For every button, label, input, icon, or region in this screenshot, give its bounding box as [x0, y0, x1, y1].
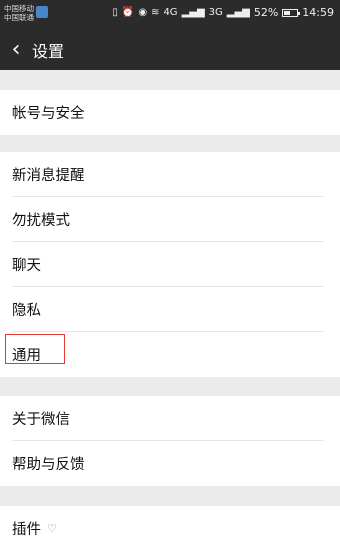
settings-item-label: 聊天: [12, 258, 41, 274]
signal-1-label: 4G: [163, 7, 178, 18]
settings-item-general[interactable]: 通用: [0, 332, 340, 377]
signal-icon: ▂▄▆: [226, 7, 250, 18]
wifi-icon: ≋: [151, 7, 160, 18]
section-spacer: [0, 486, 340, 506]
section-spacer: [0, 135, 340, 152]
settings-item-label: 帐号与安全: [12, 106, 85, 122]
vibrate-icon: ▯: [112, 7, 118, 18]
section-spacer: [0, 70, 340, 90]
battery-icon: [282, 8, 301, 17]
battery-fill: [284, 10, 291, 15]
plugin-icon: ♡: [47, 522, 57, 535]
settings-item-about[interactable]: 关于微信: [0, 396, 340, 441]
carrier-2: 中国联通: [4, 13, 34, 22]
battery-percent: 52%: [253, 6, 279, 19]
highlight-box: [5, 334, 65, 364]
settings-item-account-security[interactable]: 帐号与安全: [0, 90, 340, 135]
settings-item-label: 插件: [12, 522, 41, 538]
settings-item-label: 关于微信: [12, 412, 70, 428]
section-spacer: [0, 377, 340, 396]
chevron-left-icon[interactable]: ‹: [0, 30, 32, 70]
alarm-icon: ⏰: [121, 7, 135, 18]
settings-item-do-not-disturb[interactable]: 勿扰模式: [0, 197, 340, 242]
page-title: 设置: [32, 42, 65, 61]
settings-item-label: 帮助与反馈: [12, 457, 85, 473]
eye-icon: ◉: [138, 7, 148, 18]
notification-app-icon: [36, 6, 48, 18]
signal-icon: ▂▄▆: [181, 7, 205, 18]
carrier-info: 中国移动 中国联通: [4, 4, 34, 22]
clock: 14:59: [302, 6, 334, 19]
carrier-1: 中国移动: [4, 4, 34, 13]
settings-item-label: 勿扰模式: [12, 213, 70, 229]
header-bar: ‹ 设置: [0, 30, 340, 70]
settings-item-plugins[interactable]: 插件 ♡: [0, 506, 340, 551]
settings-item-new-message-notify[interactable]: 新消息提醒: [0, 152, 340, 197]
status-bar: 中国移动 中国联通 ▯ ⏰ ◉ ≋ 4G ▂▄▆ 3G ▂▄▆ 52% 14:5…: [0, 0, 340, 30]
signal-2-label: 3G: [208, 7, 223, 18]
settings-item-label: 新消息提醒: [12, 168, 85, 184]
status-icons: ▯ ⏰ ◉ ≋ 4G ▂▄▆ 3G ▂▄▆ 52% 14:59: [112, 6, 334, 19]
settings-item-label: 隐私: [12, 303, 41, 319]
settings-item-help-feedback[interactable]: 帮助与反馈: [0, 441, 340, 486]
settings-item-chat[interactable]: 聊天: [0, 242, 340, 287]
settings-item-privacy[interactable]: 隐私: [0, 287, 340, 332]
